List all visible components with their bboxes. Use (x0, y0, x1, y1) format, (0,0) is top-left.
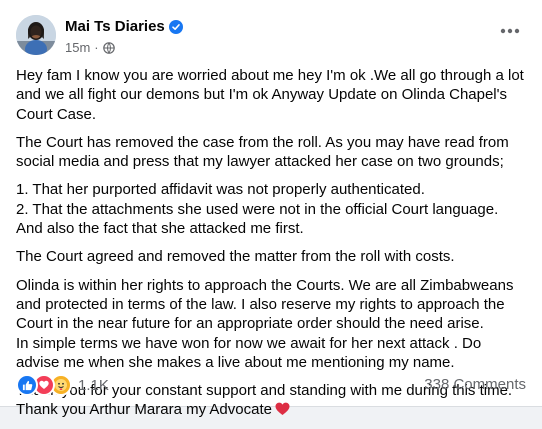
post-paragraph: 1. That her purported affidavit was not … (16, 181, 499, 238)
meta-separator: · (94, 40, 99, 55)
post-paragraph: The Court agreed and removed the matter … (16, 248, 455, 266)
avatar-image (16, 15, 56, 55)
more-options-icon[interactable] (494, 19, 526, 43)
post-header: Mai Ts Diaries 15m · (16, 15, 526, 59)
author-line: Mai Ts Diaries (65, 18, 183, 35)
reactions-summary[interactable]: 1.1K (16, 374, 109, 396)
red-heart-emoji-icon (275, 402, 290, 416)
post-meta: 15m · (65, 40, 115, 55)
post-paragraph: Olinda is within her rights to approach … (16, 276, 514, 371)
verified-badge-icon (168, 19, 183, 34)
comments-count-link[interactable]: 338 Comments (424, 376, 526, 393)
post-card: Mai Ts Diaries 15m · Hey fam I know you … (0, 0, 542, 418)
author-name[interactable]: Mai Ts Diaries (65, 18, 165, 35)
author-avatar[interactable] (16, 15, 56, 55)
post-paragraph: The Court has removed the case from the … (16, 133, 509, 171)
like-reaction-icon (16, 374, 38, 396)
post-paragraph: Hey fam I know you are worried about me … (16, 67, 524, 123)
globe-icon[interactable] (102, 41, 115, 54)
reaction-count[interactable]: 1.1K (78, 377, 109, 394)
post-timestamp[interactable]: 15m (65, 40, 90, 55)
post-footer: 1.1K 338 Comments (16, 374, 526, 396)
